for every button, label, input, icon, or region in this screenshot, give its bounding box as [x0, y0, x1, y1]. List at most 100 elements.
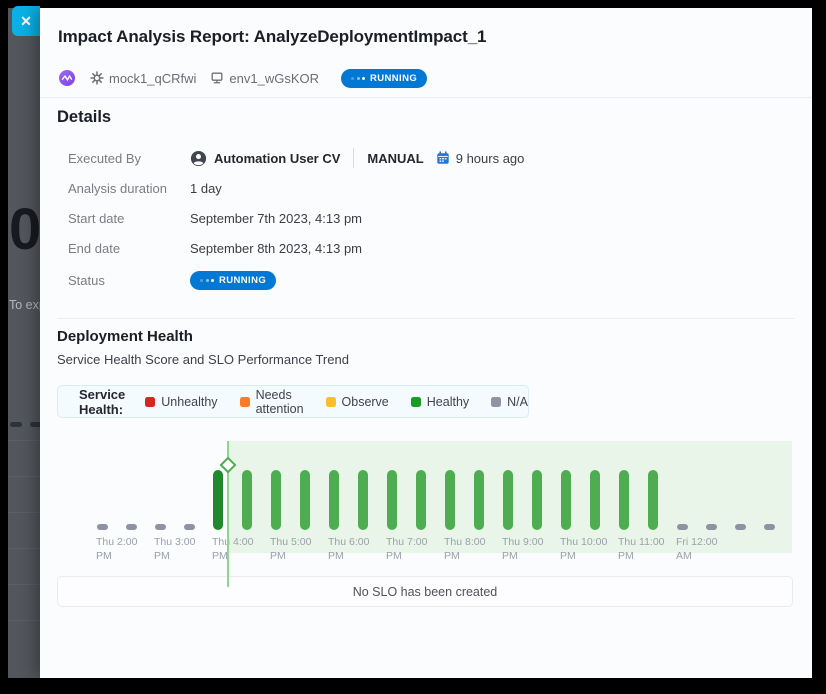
service-name: mock1_qCRfwi	[109, 71, 196, 86]
end-date-label: End date	[68, 241, 190, 256]
health-bar-healthy[interactable]	[387, 470, 397, 530]
legend-label: Unhealthy	[161, 395, 217, 409]
page-title: Impact Analysis Report: AnalyzeDeploymen…	[58, 27, 486, 47]
start-date-value: September 7th 2023, 4:13 pm	[190, 211, 362, 226]
details-heading: Details	[57, 108, 111, 127]
executed-by-label: Executed By	[68, 151, 190, 166]
value-separator	[353, 148, 354, 168]
legend-item: N/A	[491, 395, 528, 409]
health-bar-healthy[interactable]	[474, 470, 484, 530]
header-status-label: RUNNING	[370, 73, 417, 84]
health-bar-na[interactable]	[126, 524, 137, 530]
close-icon: ✕	[20, 13, 32, 30]
health-bar-na[interactable]	[97, 524, 108, 530]
health-bar-na[interactable]	[706, 524, 717, 530]
legend-item: Unhealthy	[145, 395, 217, 409]
executed-time-ago: 9 hours ago	[456, 151, 525, 166]
legend-label: Needs attention	[256, 388, 304, 416]
deployment-health-subheading: Service Health Score and SLO Performance…	[57, 352, 349, 367]
x-axis-tick: Thu 2:00PM	[96, 535, 156, 563]
x-axis-tick: Thu 9:00PM	[502, 535, 562, 563]
slo-empty-message: No SLO has been created	[353, 585, 498, 599]
x-axis-tick: Thu 8:00PM	[444, 535, 504, 563]
health-bar-na[interactable]	[735, 524, 746, 530]
legend-swatch-icon	[491, 397, 501, 407]
service-meta: mock1_qCRfwi	[90, 71, 196, 86]
background-row-divider	[8, 476, 40, 477]
legend-items: Unhealthy Needs attention Observe Healthy N/…	[145, 388, 528, 416]
background-row-divider	[8, 440, 40, 441]
health-trend-chart: Thu 2:00PMThu 3:00PMThu 4:00PMThu 5:00PM…	[60, 435, 795, 595]
detail-row-executed-by: Executed By Automation User CV MANUAL	[68, 148, 524, 168]
background-row-divider	[8, 512, 40, 513]
detail-row-status: Status RUNNING	[68, 270, 276, 290]
slo-empty-state: No SLO has been created	[57, 576, 793, 607]
health-bar-healthy[interactable]	[532, 470, 542, 530]
analysis-duration-value: 1 day	[190, 181, 222, 196]
health-bar-na[interactable]	[677, 524, 688, 530]
detail-row-end-date: End date September 8th 2023, 4:13 pm	[68, 238, 362, 258]
running-dots-icon	[351, 77, 365, 80]
legend-swatch-icon	[411, 397, 421, 407]
x-axis-tick: Thu 5:00PM	[270, 535, 330, 563]
legend-label: N/A	[507, 395, 528, 409]
x-axis-tick: Thu 3:00PM	[154, 535, 214, 563]
section-divider	[57, 318, 795, 319]
health-bar-healthy[interactable]	[445, 470, 455, 530]
background-bar-fragment	[30, 422, 40, 427]
legend-label: Healthy	[427, 395, 469, 409]
legend-item: Observe	[326, 395, 389, 409]
user-avatar-icon	[190, 150, 207, 167]
deployment-health-heading: Deployment Health	[57, 328, 193, 345]
legend-swatch-icon	[326, 397, 336, 407]
x-axis-tick: Thu 4:00PM	[212, 535, 272, 563]
background-partial-text: To exp	[9, 298, 40, 312]
executed-by-user: Automation User CV	[214, 151, 340, 166]
background-row-divider	[8, 620, 40, 621]
health-bar-healthy[interactable]	[271, 470, 281, 530]
background-bar-fragment	[10, 422, 22, 427]
start-date-label: Start date	[68, 211, 190, 226]
health-bar-deploy[interactable]	[213, 470, 223, 530]
health-bar-healthy[interactable]	[329, 470, 339, 530]
health-bar-na[interactable]	[155, 524, 166, 530]
impact-analysis-report-drawer: Impact Analysis Report: AnalyzeDeploymen…	[40, 8, 812, 678]
header-divider	[40, 97, 812, 98]
legend-item: Needs attention	[240, 388, 304, 416]
close-drawer-button[interactable]: ✕	[12, 6, 40, 36]
health-bar-healthy[interactable]	[590, 470, 600, 530]
service-health-legend: Service Health: Unhealthy Needs attention…	[57, 385, 529, 418]
end-date-value: September 8th 2023, 4:13 pm	[190, 241, 362, 256]
environment-icon	[210, 71, 224, 85]
legend-title: Service Health:	[79, 387, 128, 417]
health-bar-healthy[interactable]	[416, 470, 426, 530]
trigger-type: MANUAL	[367, 151, 423, 166]
background-row-divider	[8, 584, 40, 585]
health-bar-healthy[interactable]	[648, 470, 658, 530]
srm-module-icon	[58, 69, 76, 87]
health-bar-healthy[interactable]	[300, 470, 310, 530]
health-bar-na[interactable]	[184, 524, 195, 530]
environment-meta: env1_wGsKOR	[210, 71, 319, 86]
background-metric-value: 0	[9, 196, 40, 263]
x-axis-tick: Thu 11:00PM	[618, 535, 678, 563]
environment-name: env1_wGsKOR	[229, 71, 319, 86]
details-status-value: RUNNING	[219, 275, 266, 286]
health-bar-healthy[interactable]	[503, 470, 513, 530]
calendar-icon	[436, 151, 450, 165]
status-label: Status	[68, 273, 190, 288]
x-axis-tick: Thu 10:00PM	[560, 535, 620, 563]
health-bar-healthy[interactable]	[242, 470, 252, 530]
dimmed-background-page: 0 To exp	[8, 8, 40, 678]
running-dots-icon	[200, 279, 214, 282]
report-meta-row: mock1_qCRfwi env1_wGsKOR RUNNING	[58, 67, 427, 89]
x-axis-tick: Thu 7:00PM	[386, 535, 446, 563]
header-status-badge: RUNNING	[341, 69, 427, 88]
legend-item: Healthy	[411, 395, 469, 409]
x-axis-tick: Thu 6:00PM	[328, 535, 388, 563]
health-bar-healthy[interactable]	[561, 470, 571, 530]
legend-swatch-icon	[145, 397, 155, 407]
health-bar-healthy[interactable]	[358, 470, 368, 530]
health-bar-healthy[interactable]	[619, 470, 629, 530]
health-bar-na[interactable]	[764, 524, 775, 530]
